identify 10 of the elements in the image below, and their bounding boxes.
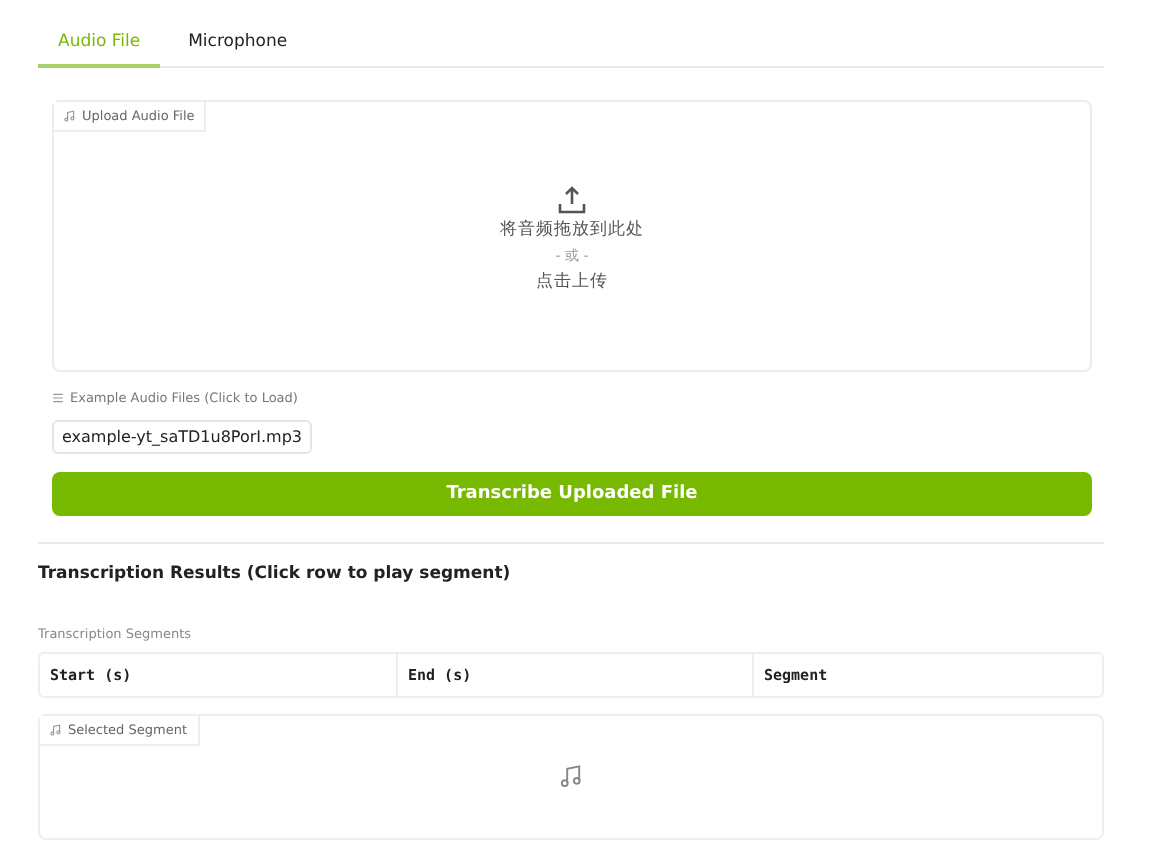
tab[interactable]: Microphone — [168, 24, 308, 68]
example-file-button[interactable]: example-yt_saTD1u8PorI.mp3 — [52, 420, 313, 454]
results-heading: Transcription Results (Click row to play segment) — [38, 564, 513, 584]
list-icon — [52, 392, 64, 404]
music-note-icon — [64, 110, 76, 122]
drop-text: 将音频拖放到此处 — [500, 218, 644, 242]
click-upload-text: 点击上传 — [536, 270, 608, 294]
upload-icon — [558, 186, 586, 214]
music-note-icon — [50, 724, 62, 736]
music-note-icon — [559, 764, 583, 788]
